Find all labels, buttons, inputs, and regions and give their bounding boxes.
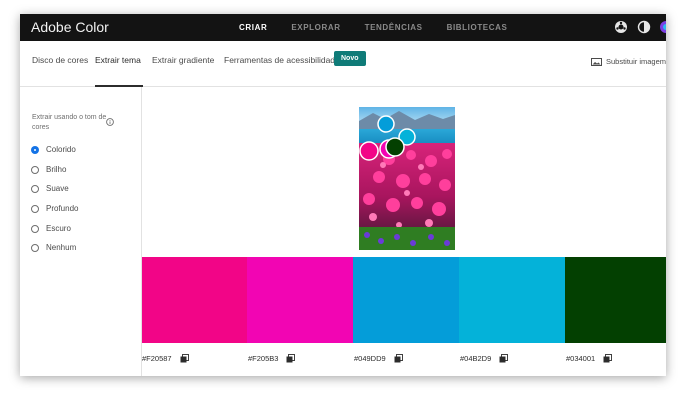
radio-label: Escuro	[46, 224, 71, 233]
adobe-color-window: Adobe Color CRIAR EXPLORAR TENDÊNCIAS BI…	[20, 14, 666, 376]
radio-button[interactable]	[31, 224, 39, 233]
mood-panel: Extrair usando o tom de cores Colorido B…	[20, 87, 142, 376]
tab-disco-de-cores[interactable]: Disco de cores	[32, 55, 88, 65]
palette-swatches	[142, 257, 666, 343]
radio-label: Nenhum	[46, 243, 77, 252]
swatch-1[interactable]	[142, 257, 247, 343]
swatch-2[interactable]	[247, 257, 353, 343]
radio-suave[interactable]: Suave	[31, 184, 69, 193]
app-title[interactable]: Adobe Color	[31, 19, 109, 35]
source-photo	[359, 107, 455, 250]
top-bar: Adobe Color CRIAR EXPLORAR TENDÊNCIAS BI…	[20, 14, 666, 41]
nav-criar[interactable]: CRIAR	[239, 23, 267, 32]
nav-bibliotecas[interactable]: BIBLIOTECAS	[447, 23, 508, 32]
radio-brilho[interactable]: Brilho	[31, 165, 66, 174]
hex-code-4: #04B2D9	[460, 354, 509, 363]
tab-extrair-gradiente[interactable]: Extrair gradiente	[152, 55, 214, 65]
tab-ferramentas-acessibilidade[interactable]: Ferramentas de acessibilidade	[224, 55, 340, 65]
radio-colorido[interactable]: Colorido	[31, 145, 76, 154]
top-icons	[605, 20, 666, 34]
new-badge: Novo	[334, 51, 366, 66]
copy-icon[interactable]	[286, 354, 296, 363]
hex-codes-row: #F20587 #F205B3 #049DD9 #04B2D9 #034001	[142, 354, 666, 368]
image-icon	[590, 57, 602, 66]
radio-label: Suave	[46, 184, 69, 193]
radio-button[interactable]	[31, 165, 39, 174]
radio-profundo[interactable]: Profundo	[31, 204, 78, 213]
replace-image-button[interactable]: Substituir imagem	[590, 57, 666, 66]
sub-tabs: Disco de cores Extrair tema Extrair grad…	[20, 41, 666, 87]
hex-value[interactable]: #04B2D9	[460, 354, 491, 363]
picker-handle-5[interactable]	[385, 137, 405, 157]
hex-code-3: #049DD9	[354, 354, 403, 363]
radio-button[interactable]	[31, 204, 39, 213]
copy-icon[interactable]	[394, 354, 403, 363]
swatch-5[interactable]	[565, 257, 666, 343]
radio-label: Colorido	[46, 145, 76, 154]
radio-label: Profundo	[46, 204, 79, 213]
replace-image-label: Substituir imagem	[605, 57, 666, 66]
info-icon[interactable]	[106, 113, 114, 131]
copy-icon[interactable]	[603, 354, 613, 363]
hex-value[interactable]: #034001	[566, 354, 595, 363]
swatch-4[interactable]	[459, 257, 565, 343]
hex-code-1: #F20587	[142, 354, 189, 363]
radio-nenhum[interactable]: Nenhum	[31, 243, 76, 252]
hex-value[interactable]: #049DD9	[354, 354, 386, 363]
top-nav: CRIAR EXPLORAR TENDÊNCIAS BIBLIOTECAS	[239, 23, 531, 32]
theme-toggle-icon[interactable]	[637, 20, 651, 34]
mood-label: Extrair usando o tom de cores	[32, 114, 107, 131]
copy-icon[interactable]	[180, 354, 189, 363]
nav-explorar[interactable]: EXPLORAR	[291, 23, 340, 32]
radio-escuro[interactable]: Escuro	[31, 224, 71, 233]
tab-extrair-tema[interactable]: Extrair tema	[95, 55, 141, 65]
radio-button[interactable]	[31, 243, 39, 252]
hex-code-2: #F205B3	[248, 354, 296, 363]
radio-button-checked[interactable]	[31, 145, 39, 154]
swatch-3[interactable]	[353, 257, 459, 343]
hex-value[interactable]: #F205B3	[248, 354, 278, 363]
avatar-icon[interactable]	[660, 20, 666, 34]
picker-handle-1[interactable]	[377, 115, 395, 133]
radio-button[interactable]	[31, 184, 39, 193]
cc-icon[interactable]	[614, 20, 628, 34]
hex-value[interactable]: #F20587	[142, 354, 172, 363]
nav-tendencias[interactable]: TENDÊNCIAS	[365, 23, 423, 32]
copy-icon[interactable]	[499, 354, 509, 363]
radio-label: Brilho	[46, 165, 67, 174]
hex-code-5: #034001	[566, 354, 613, 363]
picker-handle-4[interactable]	[359, 141, 379, 161]
